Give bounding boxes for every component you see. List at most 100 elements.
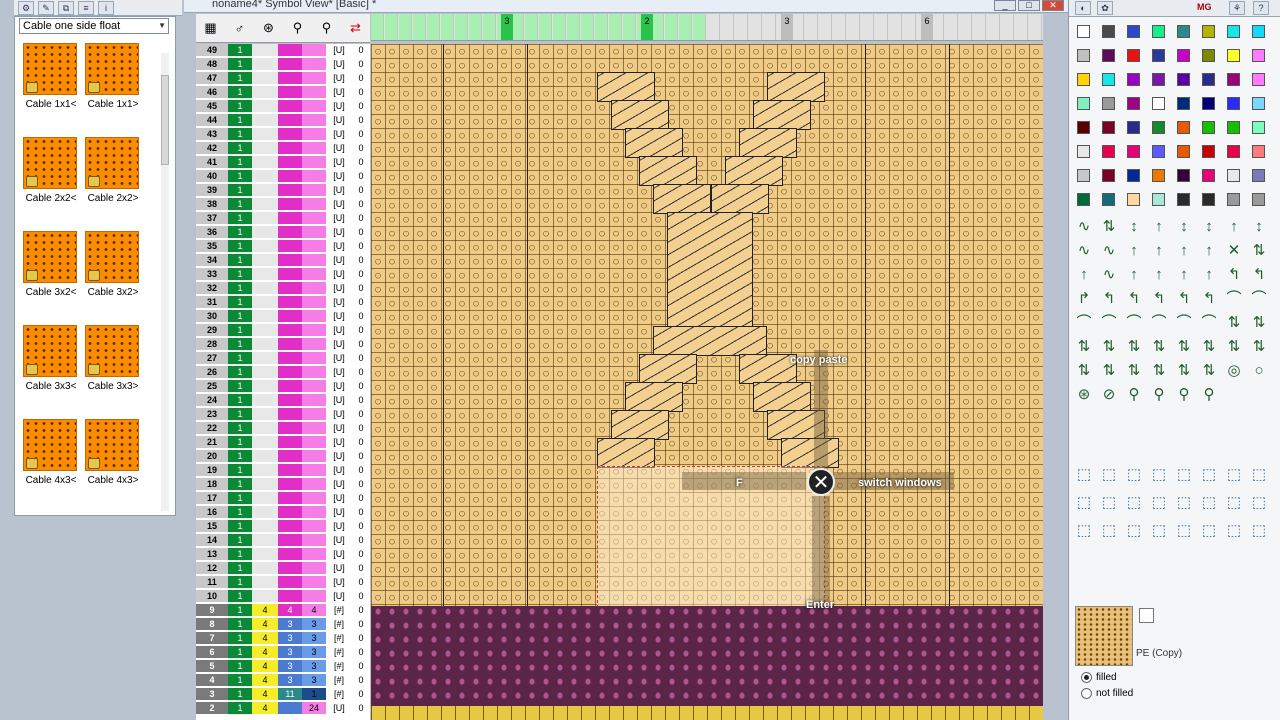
stitch-symbol-icon[interactable]: ↱ bbox=[1075, 290, 1093, 308]
stitch-symbol-icon[interactable]: ↑ bbox=[1150, 218, 1168, 236]
edit-tool-icon[interactable]: ⬚ bbox=[1150, 466, 1168, 484]
row-info[interactable]: 41 1 [U] 0 bbox=[196, 156, 370, 169]
row-info[interactable]: 9 1 4 4 4 [#] 0 bbox=[196, 604, 370, 617]
cable-tile[interactable]: Cable 2x2> bbox=[85, 137, 141, 204]
ruler-cell[interactable] bbox=[371, 14, 384, 40]
ruler-cell[interactable] bbox=[483, 14, 496, 40]
edit-tool-icon[interactable]: ⬚ bbox=[1100, 466, 1118, 484]
row-info[interactable]: 3 1 4 11 1 [#] 0 bbox=[196, 688, 370, 701]
color-swatch[interactable] bbox=[1252, 121, 1265, 134]
ruler-cell[interactable] bbox=[455, 14, 468, 40]
edit-tool-icon[interactable]: ⬚ bbox=[1150, 522, 1168, 540]
carriage-column-icon[interactable]: ⊛ bbox=[254, 20, 283, 36]
stitch-symbol-icon[interactable]: ⇅ bbox=[1100, 338, 1118, 356]
stitch-symbol-icon[interactable]: ⇅ bbox=[1100, 362, 1118, 380]
color-swatch[interactable] bbox=[1227, 97, 1240, 110]
color-swatch[interactable] bbox=[1202, 73, 1215, 86]
ruler-cell[interactable] bbox=[679, 14, 692, 40]
stitch-symbol-icon[interactable]: ↑ bbox=[1125, 266, 1143, 284]
color-swatch[interactable] bbox=[1127, 49, 1140, 62]
ruler-cell[interactable] bbox=[903, 14, 916, 40]
row-info[interactable]: 18 1 [U] 0 bbox=[196, 478, 370, 491]
stitch-symbol-icon[interactable]: ↰ bbox=[1225, 266, 1243, 284]
edit-tool-icon[interactable]: ⬚ bbox=[1100, 522, 1118, 540]
cable-tile[interactable]: Cable 4x3< bbox=[23, 419, 79, 486]
color-swatch[interactable] bbox=[1102, 49, 1115, 62]
ruler-cell[interactable] bbox=[889, 14, 902, 40]
edit-tool-icon[interactable]: ⬚ bbox=[1075, 494, 1093, 512]
edit-tool-icon[interactable]: ⬚ bbox=[1125, 494, 1143, 512]
row-info[interactable]: 36 1 [U] 0 bbox=[196, 226, 370, 239]
row-info[interactable]: 27 1 [U] 0 bbox=[196, 352, 370, 365]
stitch-symbol-icon[interactable]: ↰ bbox=[1150, 290, 1168, 308]
stitch-symbol-icon[interactable]: ⇅ bbox=[1200, 362, 1218, 380]
ruler-cell[interactable] bbox=[1001, 14, 1014, 40]
stitch-symbol-icon[interactable]: ⌒ bbox=[1100, 314, 1118, 332]
cable-tile[interactable]: Cable 2x2< bbox=[23, 137, 79, 204]
color-swatch[interactable] bbox=[1152, 49, 1165, 62]
ruler-cell[interactable] bbox=[987, 14, 1000, 40]
color-swatch[interactable] bbox=[1252, 169, 1265, 182]
ruler-cell[interactable] bbox=[581, 14, 594, 40]
color-swatch[interactable] bbox=[1252, 193, 1265, 206]
color-swatch[interactable] bbox=[1252, 25, 1265, 38]
stitch-symbol-icon[interactable]: ⇅ bbox=[1175, 338, 1193, 356]
stitch-symbol-icon[interactable]: ⌒ bbox=[1225, 290, 1243, 308]
stitch-symbol-icon[interactable]: ↰ bbox=[1175, 290, 1193, 308]
radio-filled[interactable]: filled bbox=[1081, 672, 1117, 683]
color-swatch[interactable] bbox=[1102, 145, 1115, 158]
edit-tool-icon[interactable]: ⬚ bbox=[1175, 494, 1193, 512]
cable-tile[interactable]: Cable 3x3< bbox=[23, 325, 79, 392]
row-info[interactable]: 4 1 4 3 3 [#] 0 bbox=[196, 674, 370, 687]
row-info[interactable]: 16 1 [U] 0 bbox=[196, 506, 370, 519]
ruler-cell[interactable] bbox=[1029, 14, 1042, 40]
stitch-symbol-icon[interactable]: ↑ bbox=[1125, 242, 1143, 260]
ruler-cell[interactable] bbox=[567, 14, 580, 40]
color-swatch[interactable] bbox=[1252, 49, 1265, 62]
palette-icon[interactable]: ◐ bbox=[1075, 1, 1091, 15]
edit-tool-icon[interactable]: ⬚ bbox=[1250, 466, 1268, 484]
stitch-symbol-icon[interactable]: ⇅ bbox=[1150, 362, 1168, 380]
stitch-symbol-icon[interactable]: ∿ bbox=[1100, 266, 1118, 284]
color-swatch[interactable] bbox=[1127, 25, 1140, 38]
ruler-cell[interactable] bbox=[595, 14, 608, 40]
ruler-cell[interactable] bbox=[707, 14, 720, 40]
needle-column-icon[interactable]: ⚲ bbox=[283, 20, 312, 36]
stitch-symbol-icon[interactable]: ↑ bbox=[1150, 266, 1168, 284]
color-swatch[interactable] bbox=[1177, 49, 1190, 62]
cable-info-icon[interactable]: i bbox=[98, 1, 114, 15]
ruler-cell[interactable] bbox=[819, 14, 832, 40]
color-swatch[interactable] bbox=[1152, 145, 1165, 158]
color-swatch[interactable] bbox=[1152, 25, 1165, 38]
stitch-symbol-icon[interactable]: ⇅ bbox=[1250, 242, 1268, 260]
stitch-symbol-icon[interactable]: ↰ bbox=[1125, 290, 1143, 308]
stitch-symbol-icon[interactable]: ⚲ bbox=[1125, 386, 1143, 404]
row-info[interactable]: 33 1 [U] 0 bbox=[196, 268, 370, 281]
color-swatch[interactable] bbox=[1102, 121, 1115, 134]
edit-tool-icon[interactable]: ⬚ bbox=[1125, 466, 1143, 484]
color-swatch[interactable] bbox=[1177, 145, 1190, 158]
stitch-symbol-icon[interactable]: ↕ bbox=[1125, 218, 1143, 236]
scrollbar-thumb[interactable] bbox=[161, 75, 169, 165]
minimize-button[interactable]: _ bbox=[994, 0, 1016, 11]
row-info[interactable]: 31 1 [U] 0 bbox=[196, 296, 370, 309]
row-info[interactable]: 42 1 [U] 0 bbox=[196, 142, 370, 155]
ruler-cell[interactable] bbox=[609, 14, 622, 40]
close-button[interactable]: ✕ bbox=[1042, 0, 1064, 11]
stitch-symbol-icon[interactable]: ⇅ bbox=[1250, 338, 1268, 356]
ruler-cell[interactable] bbox=[399, 14, 412, 40]
row-info[interactable]: 29 1 [U] 0 bbox=[196, 324, 370, 337]
color-swatch[interactable] bbox=[1077, 97, 1090, 110]
row-info[interactable]: 20 1 [U] 0 bbox=[196, 450, 370, 463]
ruler-cell[interactable] bbox=[763, 14, 776, 40]
color-swatch[interactable] bbox=[1227, 193, 1240, 206]
yarn-column-icon[interactable]: ♂ bbox=[225, 21, 254, 36]
edit-tool-icon[interactable]: ⬚ bbox=[1200, 494, 1218, 512]
stitch-symbol-icon[interactable]: ∿ bbox=[1075, 218, 1093, 236]
ruler-cell[interactable] bbox=[973, 14, 986, 40]
color-swatch[interactable] bbox=[1077, 25, 1090, 38]
help-icon[interactable]: ? bbox=[1253, 1, 1269, 15]
stitch-symbol-icon[interactable]: ↑ bbox=[1075, 266, 1093, 284]
color-swatch[interactable] bbox=[1177, 169, 1190, 182]
stitch-symbol-icon[interactable]: ⇅ bbox=[1125, 338, 1143, 356]
